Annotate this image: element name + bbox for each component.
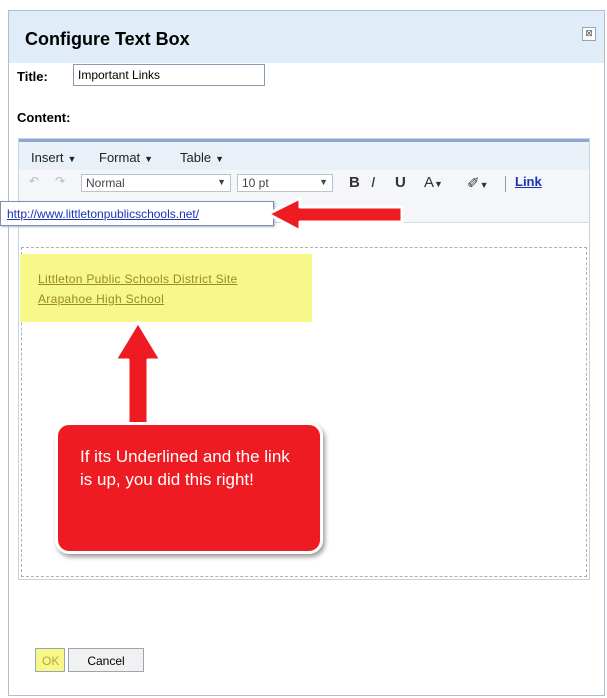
chevron-down-icon: ▼ [319, 177, 328, 187]
menu-table[interactable]: Table ▼ [180, 150, 224, 165]
callout-text: If its Underlined and the link is up, yo… [80, 447, 290, 489]
selected-text-highlight [20, 254, 312, 322]
chevron-down-icon: ▼ [67, 154, 77, 164]
menu-insert-label: Insert [31, 150, 64, 165]
underline-button[interactable]: U [395, 174, 406, 191]
menu-insert[interactable]: Insert ▼ [31, 150, 76, 165]
link-url[interactable]: http://www.littletonpublicschools.net/ [7, 207, 199, 221]
menu-format[interactable]: Format ▼ [99, 150, 153, 165]
title-label: Title: [17, 69, 48, 84]
undo-icon[interactable]: ↶ [29, 174, 39, 188]
highlight-button[interactable]: ✐▼ [467, 174, 489, 192]
dialog-titlebar: Configure Text Box ⊠ [9, 11, 604, 63]
title-input[interactable] [73, 64, 265, 86]
highlight-pen-icon: ✐ [467, 175, 480, 192]
menu-table-label: Table [180, 150, 212, 165]
bold-button[interactable]: B [349, 174, 360, 191]
italic-button[interactable]: I [371, 174, 375, 191]
font-size-value: 10 pt [242, 176, 269, 190]
menu-format-label: Format [99, 150, 141, 165]
chevron-down-icon: ▼ [215, 154, 224, 164]
link-url-bubble[interactable]: http://www.littletonpublicschools.net/ [0, 201, 274, 226]
editor-menubar: Insert ▼ Format ▼ Table ▼ [19, 142, 589, 170]
chevron-down-icon: ▼ [144, 154, 154, 164]
style-select[interactable]: Normal ▼ [81, 174, 231, 192]
chevron-down-icon: ▼ [217, 177, 226, 187]
style-select-value: Normal [86, 176, 125, 190]
link-arapahoe-high[interactable]: Arapahoe High School [38, 292, 164, 306]
annotation-callout: If its Underlined and the link is up, yo… [55, 422, 323, 554]
title-row: Title: [17, 64, 265, 86]
font-color-button[interactable]: A▼ [424, 174, 443, 191]
format-toolbar: ↶ ↷ Normal ▼ 10 pt ▼ B I U A▼ ✐▼ Link [19, 170, 589, 198]
cancel-button[interactable]: Cancel [68, 648, 144, 672]
chevron-down-icon: ▼ [479, 180, 489, 190]
font-size-select[interactable]: 10 pt ▼ [237, 174, 333, 192]
content-label: Content: [17, 110, 71, 125]
link-button[interactable]: Link [515, 174, 542, 189]
close-icon[interactable]: ⊠ [582, 27, 596, 41]
toolbar-divider [505, 176, 506, 192]
redo-icon[interactable]: ↷ [55, 174, 65, 188]
dialog-title: Configure Text Box [25, 29, 190, 49]
ok-button[interactable]: OK [35, 648, 65, 672]
chevron-down-icon: ▼ [434, 179, 443, 189]
font-color-icon: A [424, 174, 435, 191]
link-district-site[interactable]: Littleton Public Schools District Site [38, 272, 237, 286]
